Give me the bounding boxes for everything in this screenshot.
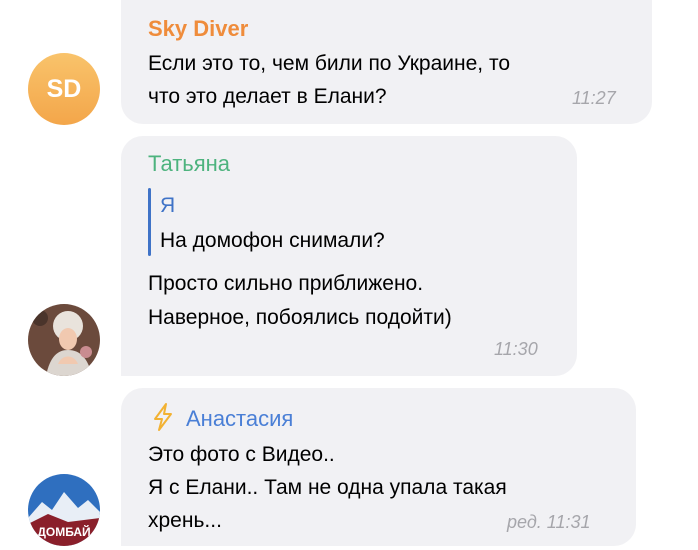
avatar-initials: SD [46,74,82,103]
avatar-sky-diver[interactable]: SD [28,53,100,125]
message-time: ред. 11:31 [507,512,591,532]
message-text-line: Я с Елани.. Там не одна упала такая [148,476,507,499]
message-text-line: Наверное, побоялись подойти) [148,306,452,329]
reply-author[interactable]: Я [160,191,175,221]
author-name[interactable]: Анастасия [186,406,293,432]
author-name[interactable]: Sky Diver [148,16,248,42]
reply-text[interactable]: На домофон снимали? [160,226,385,256]
message-time: 11:27 [572,88,616,108]
lightning-icon [150,402,176,432]
portrait-image [28,304,100,376]
message-text-line: что это делает в Елани? [148,85,387,108]
mountain-photo: ДОМБАЙ [28,474,100,546]
avatar-tatyana[interactable] [28,304,100,376]
message-text-line: хрень... [148,509,222,532]
author-name[interactable]: Татьяна [148,151,230,177]
avatar-photo-lettering: ДОМБАЙ [37,524,90,539]
message-text-line: Если это то, чем били по Украине, то [148,52,511,75]
message-text-line: Это фото с Видео.. [148,443,335,466]
avatar-anastasia[interactable]: ДОМБАЙ [28,474,100,546]
message-time: 11:30 [494,339,538,359]
message-text-line: Просто сильно приближено. [148,272,424,295]
reply-quote-bar [148,188,151,256]
